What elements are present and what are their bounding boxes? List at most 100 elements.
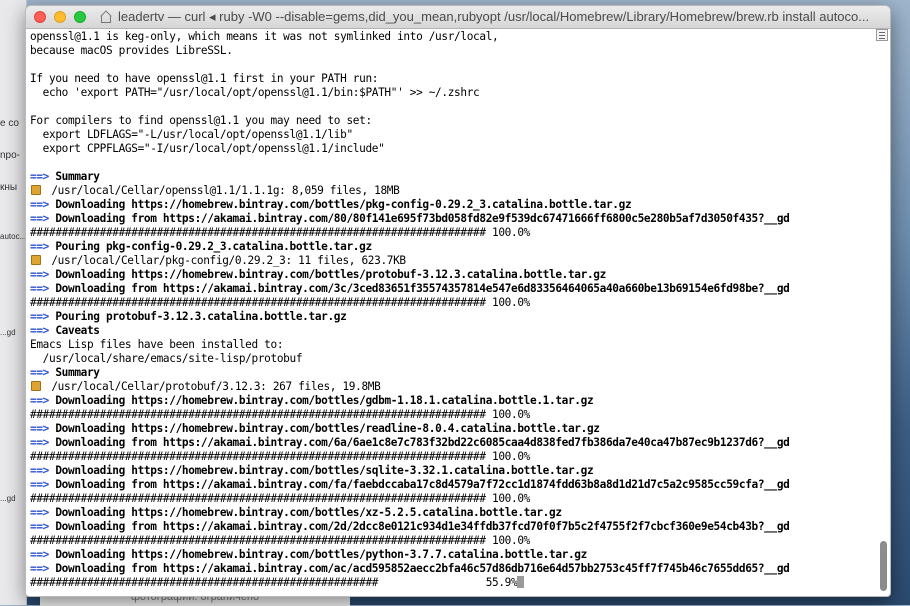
prompt-arrow: ==> — [30, 212, 49, 225]
terminal-line: ########################################… — [30, 534, 870, 548]
terminal-text: openssl@1.1 is keg-only, which means it … — [30, 30, 499, 43]
terminal-text: Downloading from https://akamai.bintray.… — [49, 520, 790, 533]
prompt-arrow: ==> — [30, 170, 49, 183]
scrollbar[interactable] — [878, 46, 888, 594]
terminal-line: ==> Downloading from https://akamai.bint… — [30, 282, 870, 296]
prompt-arrow: ==> — [30, 310, 49, 323]
prompt-arrow: ==> — [30, 436, 49, 449]
prompt-arrow: ==> — [30, 394, 49, 407]
terminal-line: export LDFLAGS="-L/usr/local/opt/openssl… — [30, 128, 870, 142]
terminal-text: because macOS provides LibreSSL. — [30, 44, 233, 57]
terminal-line: ==> Downloading from https://akamai.bint… — [30, 562, 870, 576]
terminal-text: Downloading https://homebrew.bintray.com… — [49, 506, 562, 519]
beer-mug-icon — [31, 255, 41, 265]
prompt-arrow: ==> — [30, 548, 49, 561]
terminal-line: openssl@1.1 is keg-only, which means it … — [30, 30, 870, 44]
scrollbar-thumb[interactable] — [880, 541, 887, 591]
terminal-line: For compilers to find openssl@1.1 you ma… — [30, 114, 870, 128]
prompt-arrow: ==> — [30, 268, 49, 281]
terminal-line: ==> Summary — [30, 170, 870, 184]
window-controls — [34, 11, 86, 23]
beer-mug-icon — [31, 381, 41, 391]
terminal-text: Emacs Lisp files have been installed to: — [30, 338, 284, 351]
terminal-line: ==> Downloading https://homebrew.bintray… — [30, 394, 870, 408]
prompt-arrow: ==> — [30, 464, 49, 477]
background-text: ...gd — [0, 494, 16, 503]
terminal-text: Caveats — [49, 324, 100, 337]
terminal-line: ########################################… — [30, 408, 870, 422]
terminal-line: ==> Downloading from https://akamai.bint… — [30, 520, 870, 534]
terminal-text: Pouring pkg-config-0.29.2_3.catalina.bot… — [49, 240, 372, 253]
terminal-text: Summary — [49, 170, 100, 183]
terminal-line: ==> Pouring protobuf-3.12.3.catalina.bot… — [30, 310, 870, 324]
background-text: autoc... — [0, 232, 27, 241]
terminal-text: Downloading https://homebrew.bintray.com… — [49, 198, 632, 211]
background-text: ...gd — [0, 328, 16, 337]
terminal-text: Downloading from https://akamai.bintray.… — [49, 436, 790, 449]
prompt-arrow: ==> — [30, 422, 49, 435]
terminal-window[interactable]: leadertv — curl ◂ ruby -W0 --disable=gem… — [25, 5, 891, 597]
terminal-text: ########################################… — [30, 492, 530, 505]
prompt-arrow: ==> — [30, 240, 49, 253]
terminal-text: If you need to have openssl@1.1 first in… — [30, 72, 379, 85]
terminal-line: ==> Downloading from https://akamai.bint… — [30, 436, 870, 450]
prompt-arrow: ==> — [30, 562, 49, 575]
terminal-line: /usr/local/Cellar/pkg-config/0.29.2_3: 1… — [30, 254, 870, 268]
terminal-text: Downloading https://homebrew.bintray.com… — [49, 464, 594, 477]
terminal-text: Downloading https://homebrew.bintray.com… — [49, 394, 594, 407]
terminal-line: ==> Caveats — [30, 324, 870, 338]
terminal-text: Summary — [49, 366, 100, 379]
window-title: leadertv — curl ◂ ruby -W0 --disable=gem… — [118, 9, 870, 24]
terminal-line: /usr/local/share/emacs/site-lisp/protobu… — [30, 352, 870, 366]
terminal-line: echo 'export PATH="/usr/local/opt/openss… — [30, 86, 870, 100]
terminal-line: ==> Downloading https://homebrew.bintray… — [30, 268, 870, 282]
background-text: e co — [0, 118, 19, 129]
terminal-text: ########################################… — [30, 226, 530, 239]
terminal-line: ########################################… — [30, 576, 870, 590]
terminal-line: /usr/local/Cellar/protobuf/3.12.3: 267 f… — [30, 380, 870, 394]
prompt-arrow: ==> — [30, 366, 49, 379]
terminal-text: Downloading https://homebrew.bintray.com… — [49, 422, 600, 435]
terminal-line: ==> Downloading https://homebrew.bintray… — [30, 198, 870, 212]
terminal-text: ########################################… — [30, 534, 530, 547]
prompt-arrow: ==> — [30, 324, 49, 337]
terminal-line: Emacs Lisp files have been installed to: — [30, 338, 870, 352]
split-pane-icon[interactable] — [876, 29, 888, 41]
terminal-output[interactable]: openssl@1.1 is keg-only, which means it … — [30, 30, 870, 592]
terminal-line: ==> Summary — [30, 366, 870, 380]
terminal-text: /usr/local/Cellar/pkg-config/0.29.2_3: 1… — [45, 254, 406, 267]
terminal-text: /usr/local/Cellar/openssl@1.1/1.1.1g: 8,… — [45, 184, 400, 197]
prompt-arrow: ==> — [30, 198, 49, 211]
terminal-line: ==> Downloading https://homebrew.bintray… — [30, 548, 870, 562]
terminal-line: ==> Downloading https://homebrew.bintray… — [30, 422, 870, 436]
close-button[interactable] — [34, 11, 46, 23]
terminal-line: ==> Downloading from https://akamai.bint… — [30, 478, 870, 492]
terminal-line: If you need to have openssl@1.1 first in… — [30, 72, 870, 86]
terminal-text: export LDFLAGS="-L/usr/local/opt/openssl… — [30, 128, 353, 141]
text-cursor — [517, 576, 525, 588]
terminal-line: because macOS provides LibreSSL. — [30, 44, 870, 58]
terminal-line: ==> Downloading from https://akamai.bint… — [30, 212, 870, 226]
terminal-text: echo 'export PATH="/usr/local/opt/openss… — [30, 86, 480, 99]
terminal-line: ==> Pouring pkg-config-0.29.2_3.catalina… — [30, 240, 870, 254]
title-bar[interactable]: leadertv — curl ◂ ruby -W0 --disable=gem… — [26, 6, 890, 29]
terminal-line: ########################################… — [30, 296, 870, 310]
terminal-text: ########################################… — [30, 576, 518, 589]
terminal-text: export CPPFLAGS="-I/usr/local/opt/openss… — [30, 142, 385, 155]
terminal-text: /usr/local/Cellar/protobuf/3.12.3: 267 f… — [45, 380, 381, 393]
terminal-line: ########################################… — [30, 450, 870, 464]
house-icon — [100, 12, 112, 23]
background-text: npo- — [0, 150, 21, 161]
terminal-text: Downloading https://homebrew.bintray.com… — [49, 548, 587, 561]
terminal-text: Downloading from https://akamai.bintray.… — [49, 478, 790, 491]
terminal-text: Downloading from https://akamai.bintray.… — [49, 562, 790, 575]
prompt-arrow: ==> — [30, 506, 49, 519]
terminal-line: export CPPFLAGS="-I/usr/local/opt/openss… — [30, 142, 870, 156]
prompt-arrow: ==> — [30, 520, 49, 533]
zoom-button[interactable] — [74, 11, 86, 23]
terminal-text: Downloading from https://akamai.bintray.… — [49, 212, 790, 225]
minimize-button[interactable] — [54, 11, 66, 23]
